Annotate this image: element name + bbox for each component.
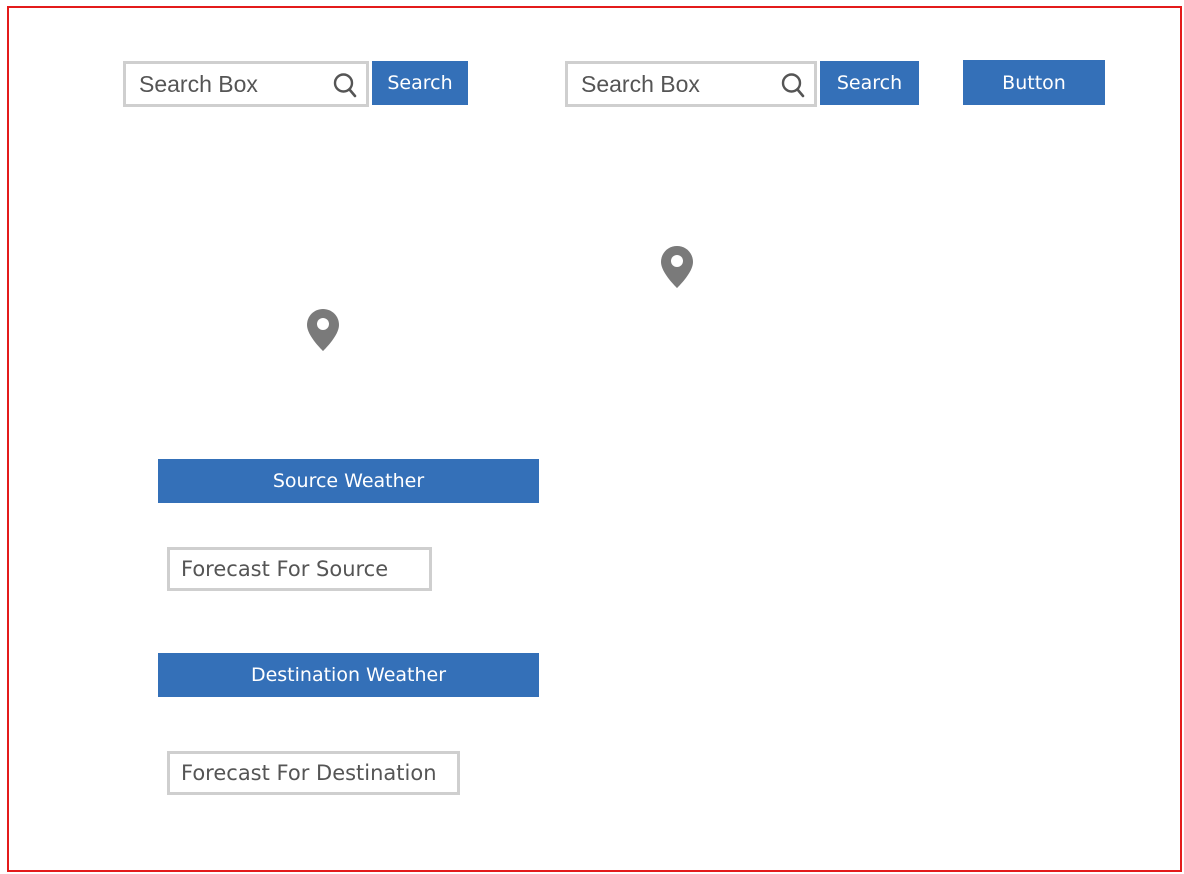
- source-search-button[interactable]: Search: [372, 61, 468, 105]
- source-search-input[interactable]: [126, 64, 366, 104]
- source-forecast-box: Forecast For Source: [167, 547, 432, 591]
- destination-search-input[interactable]: [568, 64, 814, 104]
- search-icon: [333, 73, 357, 98]
- destination-search-button[interactable]: Search: [820, 61, 919, 105]
- action-button[interactable]: Button: [963, 60, 1105, 105]
- source-search-field[interactable]: [123, 61, 369, 107]
- destination-weather-button[interactable]: Destination Weather: [158, 653, 539, 697]
- destination-forecast-text: Forecast For Destination: [181, 761, 437, 785]
- destination-search-field[interactable]: [565, 61, 817, 107]
- map-area[interactable]: [120, 130, 1110, 420]
- destination-forecast-box: Forecast For Destination: [167, 751, 460, 795]
- map-pin-icon[interactable]: [660, 245, 694, 289]
- search-icon: [781, 73, 805, 98]
- source-forecast-text: Forecast For Source: [181, 557, 389, 581]
- source-weather-button[interactable]: Source Weather: [158, 459, 539, 503]
- map-pin-icon[interactable]: [306, 308, 340, 352]
